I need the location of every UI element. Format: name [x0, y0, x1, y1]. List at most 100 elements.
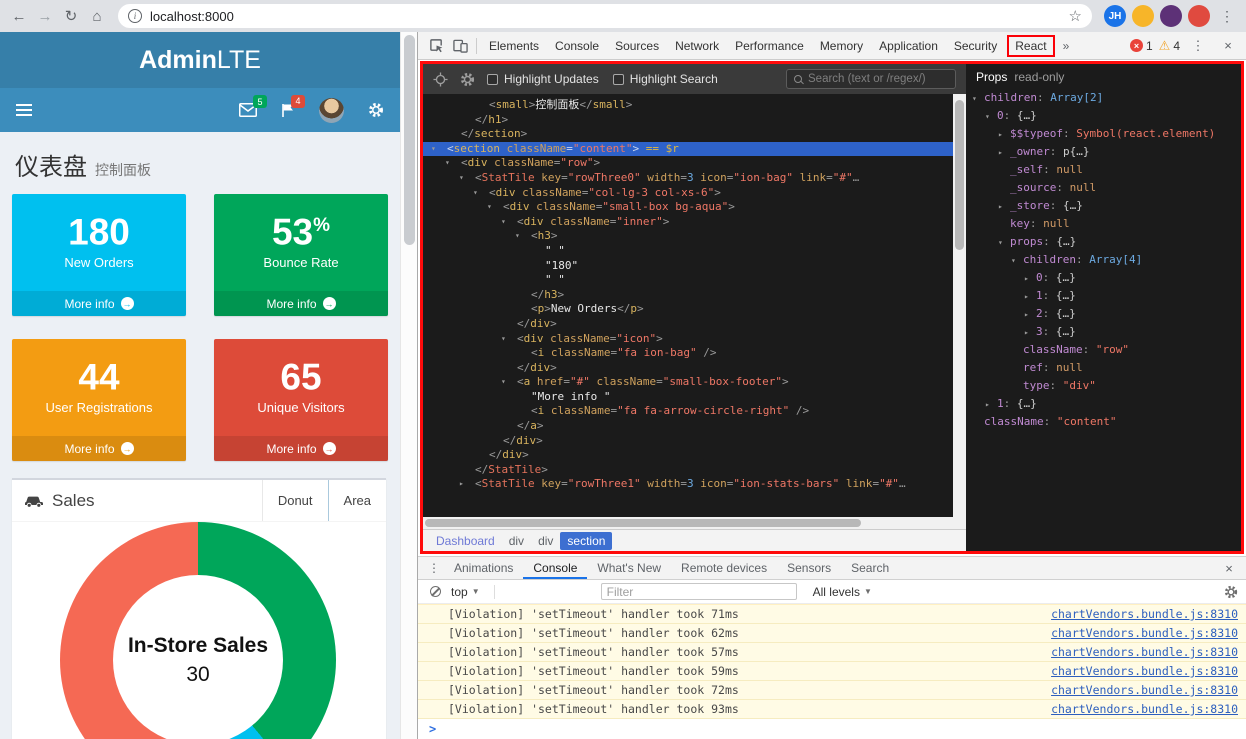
tree-row[interactable]: <i className="fa ion-bag" /> — [423, 346, 953, 361]
bookmark-star-icon[interactable]: ☆ — [1069, 7, 1082, 25]
props-row[interactable]: type: "div" — [966, 377, 1241, 395]
tree-row[interactable]: </div> — [423, 361, 953, 376]
props-row[interactable]: ▸ _owner: p{…} — [966, 143, 1241, 161]
tree-row[interactable]: ▾ <div className="col-lg-3 col-xs-6"> — [423, 186, 953, 201]
expand-icon[interactable]: ▸ — [459, 477, 464, 492]
props-row[interactable]: _source: null — [966, 179, 1241, 197]
props-row[interactable]: ▸ 1: {…} — [966, 395, 1241, 413]
back-icon[interactable]: ← — [6, 3, 32, 29]
collapse-icon[interactable]: ▾ — [487, 200, 492, 215]
devtools-tab-console[interactable]: Console — [547, 32, 607, 59]
tree-row[interactable]: </section> — [423, 127, 953, 142]
devtools-close-icon[interactable]: × — [1216, 34, 1240, 58]
console-source-link[interactable]: chartVendors.bundle.js:8310 — [1051, 645, 1238, 659]
tree-row[interactable]: "More info " — [423, 390, 953, 405]
tree-row[interactable]: <i className="fa fa-arrow-circle-right" … — [423, 404, 953, 419]
props-row[interactable]: className: "content" — [966, 413, 1241, 431]
props-row[interactable]: ▾ children: Array[4] — [966, 251, 1241, 269]
tree-row[interactable]: ▾ <a href="#" className="small-box-footer… — [423, 375, 953, 390]
messages-menu[interactable]: 5 — [239, 95, 267, 117]
props-row[interactable]: ▸ 3: {…} — [966, 323, 1241, 341]
devtools-tab-react[interactable]: React — [1007, 34, 1055, 57]
collapse-icon[interactable]: ▾ — [985, 108, 990, 126]
breadcrumb-div[interactable]: div — [502, 532, 531, 550]
collapse-icon[interactable]: ▾ — [1011, 252, 1016, 270]
expand-icon[interactable]: ▸ — [998, 126, 1003, 144]
collapse-icon[interactable]: ▾ — [459, 171, 464, 186]
log-levels-selector[interactable]: All levels ▼ — [813, 585, 872, 599]
collapse-icon[interactable]: ▾ — [972, 90, 977, 108]
devtools-tab-sources[interactable]: Sources — [607, 32, 667, 59]
sidebar-toggle-icon[interactable] — [16, 104, 32, 116]
notifications-menu[interactable]: 4 — [281, 94, 305, 118]
toolbar-checkbox[interactable]: Highlight Updates — [487, 72, 599, 86]
browser-menu-icon[interactable]: ⋮ — [1214, 3, 1240, 29]
props-row[interactable]: ▸ 0: {…} — [966, 269, 1241, 287]
more-info-link[interactable]: More info → — [12, 291, 186, 316]
drawer-tab-what-s-new[interactable]: What's New — [587, 557, 671, 579]
console-source-link[interactable]: chartVendors.bundle.js:8310 — [1051, 607, 1238, 621]
props-row[interactable]: _self: null — [966, 161, 1241, 179]
drawer-tab-search[interactable]: Search — [841, 557, 899, 579]
user-avatar[interactable] — [319, 97, 344, 123]
expand-icon[interactable]: ▸ — [1024, 270, 1029, 288]
tree-row[interactable]: <p>New Orders</p> — [423, 302, 953, 317]
collapse-icon[interactable]: ▾ — [515, 229, 520, 244]
toolbar-checkbox[interactable]: Highlight Search — [612, 72, 718, 86]
tree-horizontal-scrollbar[interactable] — [423, 517, 953, 529]
tree-row[interactable]: " " — [423, 273, 953, 288]
props-row[interactable]: className: "row" — [966, 341, 1241, 359]
scrollbar-thumb[interactable] — [955, 100, 964, 250]
react-settings-gear-icon[interactable] — [460, 72, 475, 87]
expand-icon[interactable]: ▸ — [1024, 288, 1029, 306]
collapse-icon[interactable]: ▾ — [501, 332, 506, 347]
console-settings-gear-icon[interactable] — [1224, 585, 1238, 599]
console-prompt[interactable]: > — [418, 719, 1246, 739]
collapse-icon[interactable]: ▾ — [431, 142, 436, 157]
expand-icon[interactable]: ▸ — [1024, 324, 1029, 342]
tree-row[interactable]: ▾ <section className="content"> == $r — [423, 141, 953, 157]
props-row[interactable]: ▾ props: {…} — [966, 233, 1241, 251]
tree-row[interactable]: </h1> — [423, 113, 953, 128]
error-count-badge[interactable]: × 1 — [1129, 39, 1153, 53]
address-bar[interactable]: i localhost:8000 ☆ — [118, 4, 1092, 28]
home-icon[interactable]: ⌂ — [84, 3, 110, 29]
props-row[interactable]: ▸ 2: {…} — [966, 305, 1241, 323]
expand-icon[interactable]: ▸ — [998, 198, 1003, 216]
tree-row[interactable]: </h3> — [423, 288, 953, 303]
app-logo[interactable]: AdminLTE — [139, 46, 261, 75]
more-info-link[interactable]: More info → — [214, 436, 388, 461]
tree-row[interactable]: ▾ <h3> — [423, 229, 953, 244]
checkbox-icon[interactable] — [612, 73, 624, 85]
scrollbar-thumb[interactable] — [404, 35, 415, 245]
profile-avatar[interactable]: JH — [1104, 5, 1126, 27]
tree-row[interactable]: ▾ <div className="small-box bg-aqua"> — [423, 200, 953, 215]
console-filter-input[interactable] — [600, 583, 797, 600]
devtools-tab-elements[interactable]: Elements — [481, 32, 547, 59]
tree-row[interactable]: ▾ <div className="icon"> — [423, 332, 953, 347]
props-row[interactable]: ref: null — [966, 359, 1241, 377]
drawer-close-icon[interactable]: × — [1218, 561, 1240, 576]
sales-tab-area[interactable]: Area — [329, 480, 386, 521]
more-info-link[interactable]: More info → — [214, 291, 388, 316]
drawer-tab-remote-devices[interactable]: Remote devices — [671, 557, 777, 579]
props-row[interactable]: key: null — [966, 215, 1241, 233]
tree-row[interactable]: <small>控制面板</small> — [423, 98, 953, 113]
profile-avatar[interactable] — [1188, 5, 1210, 27]
tree-row[interactable]: </StatTile> — [423, 463, 953, 478]
scrollbar-thumb[interactable] — [425, 519, 861, 527]
more-tabs-icon[interactable]: » — [1057, 39, 1076, 53]
tree-row[interactable]: </div> — [423, 317, 953, 332]
tree-row[interactable]: </a> — [423, 419, 953, 434]
props-row[interactable]: ▸ 1: {…} — [966, 287, 1241, 305]
tree-row[interactable]: " " — [423, 244, 953, 259]
devtools-menu-icon[interactable]: ⋮ — [1186, 34, 1210, 58]
devtools-tab-memory[interactable]: Memory — [812, 32, 871, 59]
tree-row[interactable]: ▾ <StatTile key="rowThree0" width=3 icon=… — [423, 171, 953, 186]
context-selector[interactable]: top ▼ — [451, 585, 480, 599]
props-row[interactable]: ▾ 0: {…} — [966, 107, 1241, 125]
more-info-link[interactable]: More info → — [12, 436, 186, 461]
devtools-tab-application[interactable]: Application — [871, 32, 946, 59]
drawer-tab-sensors[interactable]: Sensors — [777, 557, 841, 579]
warning-count-badge[interactable]: ⚠ 4 — [1159, 38, 1180, 54]
